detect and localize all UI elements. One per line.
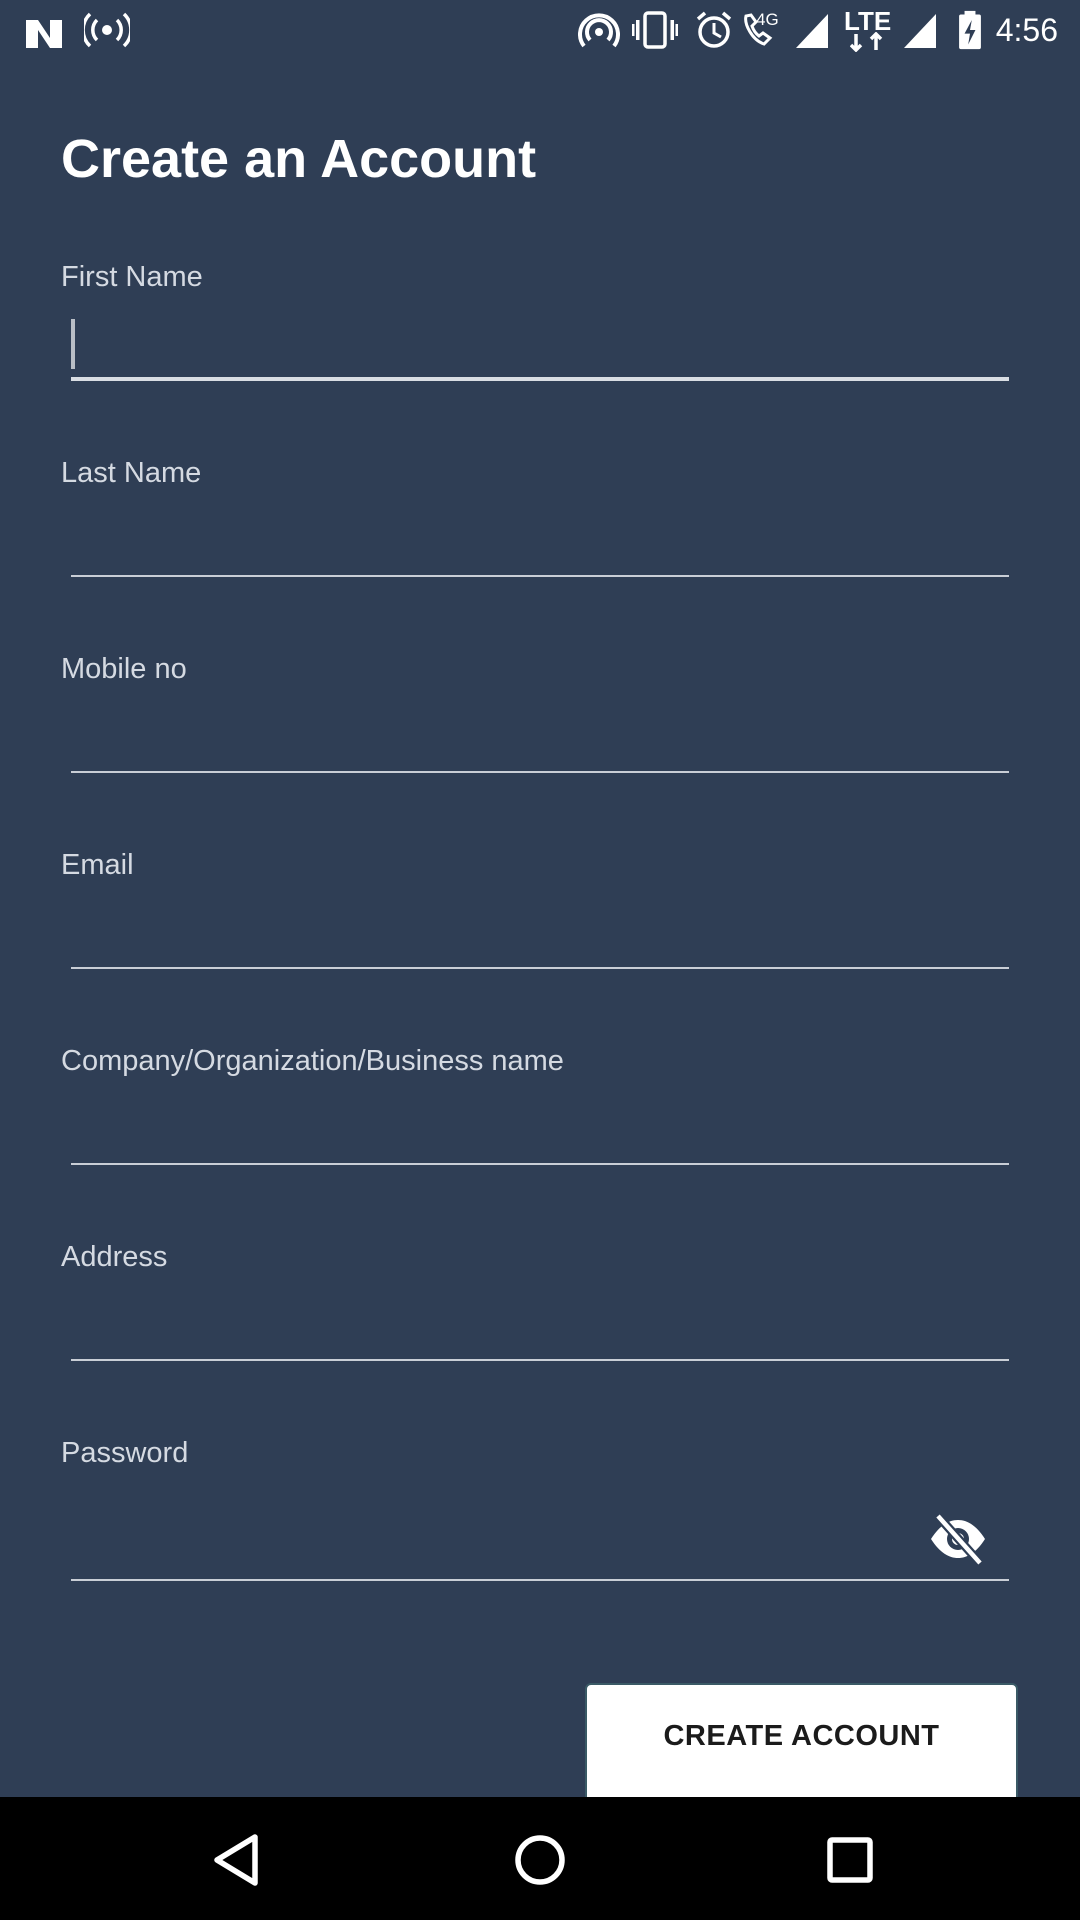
mobile-no-input[interactable]	[71, 695, 1009, 773]
status-bar: 4G LTE 4:56	[0, 0, 1080, 60]
first-name-input[interactable]	[71, 303, 1009, 381]
signal-icon	[904, 14, 936, 48]
company-field: Company/Organization/Business name	[0, 1043, 1080, 1239]
status-time: 4:56	[995, 12, 1058, 48]
n-logo-icon	[26, 20, 62, 48]
page-title: Create an Account	[61, 129, 537, 189]
battery-charging-icon	[959, 10, 981, 50]
call-4g-label: 4G	[756, 10, 779, 29]
signal-icon	[796, 14, 828, 48]
address-label: Address	[61, 1241, 168, 1273]
eye-off-icon[interactable]	[928, 1511, 988, 1567]
wifi-hotspot-icon	[578, 13, 620, 48]
hotspot-broadcast-icon	[84, 12, 130, 48]
first-name-field: First Name	[0, 259, 1080, 455]
password-input[interactable]	[71, 1479, 1009, 1581]
alarm-icon	[696, 11, 732, 48]
last-name-label: Last Name	[61, 457, 202, 489]
email-input[interactable]	[71, 891, 1009, 969]
mobile-no-field: Mobile no	[0, 651, 1080, 847]
email-label: Email	[61, 849, 134, 881]
recents-icon[interactable]	[815, 1825, 885, 1895]
create-account-screen: 4G LTE 4:56 Create an Account First Name…	[0, 0, 1080, 1920]
address-input[interactable]	[71, 1283, 1009, 1361]
text-cursor	[71, 319, 75, 369]
last-name-field: Last Name	[0, 455, 1080, 651]
address-field: Address	[0, 1239, 1080, 1435]
navigation-bar	[0, 1797, 1080, 1920]
company-label: Company/Organization/Business name	[61, 1045, 564, 1077]
company-input[interactable]	[71, 1087, 1009, 1165]
email-field: Email	[0, 847, 1080, 1043]
password-label: Password	[61, 1437, 189, 1469]
home-icon[interactable]	[505, 1825, 575, 1895]
password-field: Password	[0, 1435, 1080, 1605]
lte-data-icon	[850, 32, 883, 52]
first-name-label: First Name	[61, 261, 203, 293]
mobile-no-label: Mobile no	[61, 653, 187, 685]
vibrate-icon	[632, 11, 678, 49]
back-icon[interactable]	[205, 1825, 275, 1895]
last-name-input[interactable]	[71, 499, 1009, 577]
create-account-button[interactable]: CREATE ACCOUNT	[585, 1683, 1018, 1803]
